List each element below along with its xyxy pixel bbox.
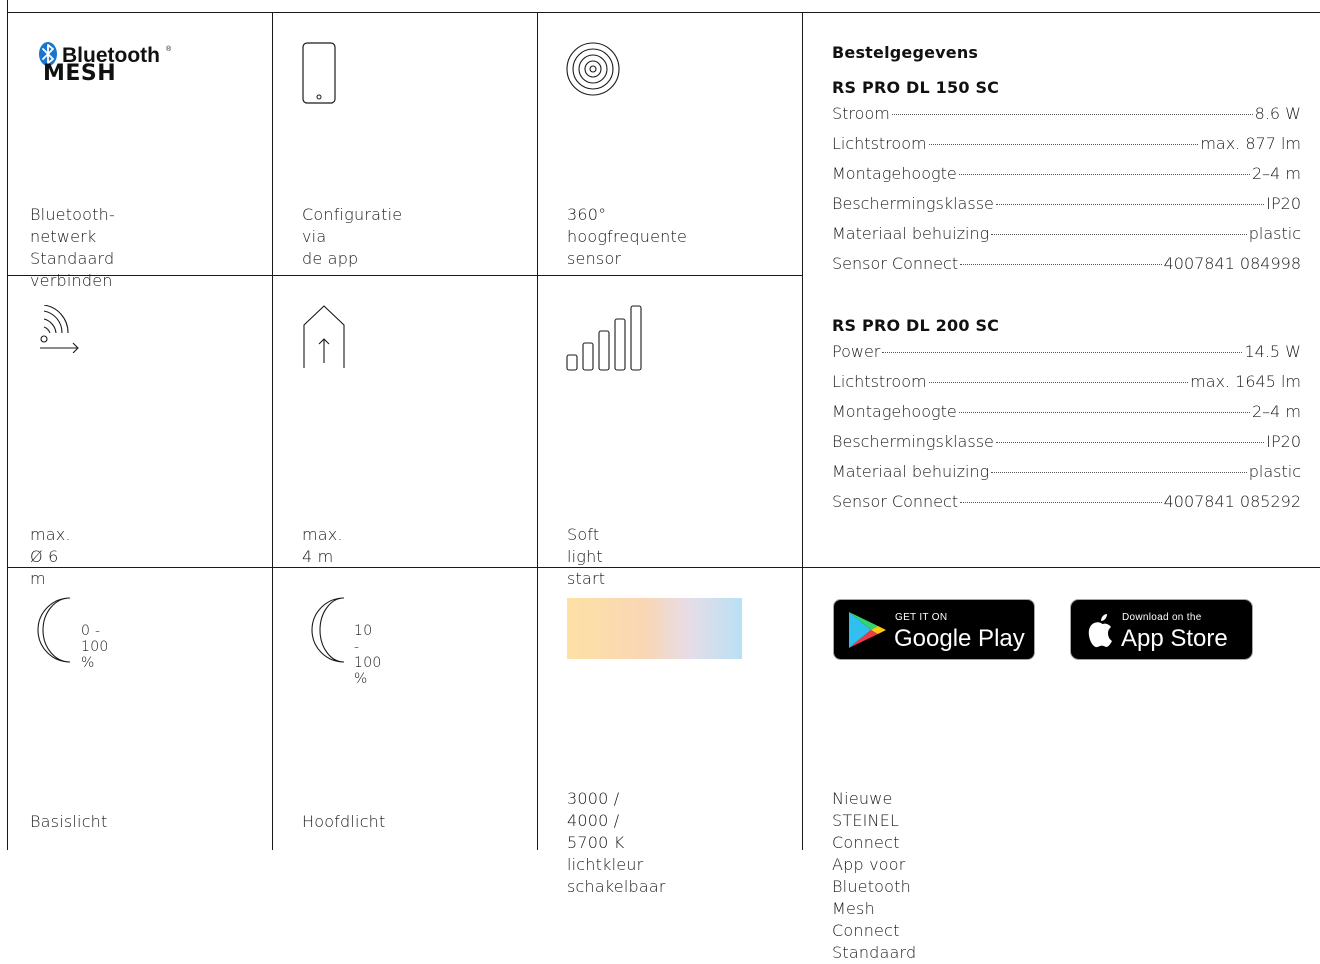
grid-line — [537, 12, 538, 850]
soft-start-caption: Soft light start — [567, 525, 606, 588]
mounting-height-icon — [303, 305, 345, 368]
dot-leader — [882, 352, 1243, 353]
spec-label: Lichtstroom — [832, 134, 927, 153]
grid-line — [802, 12, 803, 850]
spec-row: Power 14.5 W — [832, 342, 1301, 368]
spec-row: Beschermingsklasse IP20 — [832, 194, 1301, 220]
spec-value: 4007841 085292 — [1163, 492, 1301, 511]
spec-row: Lichtstroom max. 877 lm — [832, 134, 1301, 160]
main-light-range: 10 - 100 % — [354, 623, 382, 687]
hf-sensor-icon — [566, 42, 620, 96]
moon-icon — [37, 597, 71, 663]
spec-value: plastic — [1248, 224, 1301, 243]
spec-label: Montagehoogte — [832, 164, 957, 183]
color-temperature-gradient — [567, 598, 742, 659]
spec-label: Materiaal behuizing — [832, 224, 990, 243]
dot-leader — [958, 412, 1250, 413]
spec-label: Materiaal behuizing — [832, 462, 990, 481]
dot-leader — [995, 442, 1265, 443]
mesh-wordmark: MESH — [43, 61, 117, 86]
bluetooth-caption: Bluetooth-netwerk Standaard verbinden — [30, 205, 115, 290]
spec-value: max. 1645 lm — [1190, 372, 1301, 391]
spec-label: Beschermingsklasse — [832, 194, 994, 213]
grid-line — [7, 0, 8, 850]
grid-line — [7, 12, 1320, 13]
spec-value: 8.6 W — [1254, 104, 1301, 123]
dot-leader — [995, 204, 1265, 205]
soft-start-bars-icon — [566, 305, 642, 371]
product-spec-sheet: Bluetooth ® MESH Bluetooth-netwerk Stand… — [0, 0, 1320, 962]
dot-leader — [928, 382, 1189, 383]
dot-leader — [991, 472, 1247, 473]
dot-leader — [928, 144, 1199, 145]
detection-range-icon — [40, 305, 79, 353]
spec-row: Stroom 8.6 W — [832, 104, 1301, 130]
app-config-caption: Configuratie via de app — [302, 205, 403, 268]
registered-mark: ® — [166, 45, 172, 53]
height-caption: max. 4 m — [302, 525, 343, 566]
spec-row: Materiaal behuizing plastic — [832, 462, 1301, 488]
google-play-small-text: GET IT ON — [895, 612, 947, 623]
spec-label: Montagehoogte — [832, 402, 957, 421]
spec-row: Sensor Connect 4007841 085292 — [832, 492, 1301, 518]
spec-row: Sensor Connect 4007841 084998 — [832, 254, 1301, 280]
grid-line — [272, 12, 273, 850]
spec-value: 14.5 W — [1244, 342, 1301, 361]
spec-value: 2–4 m — [1251, 402, 1301, 421]
spec-row: Montagehoogte 2–4 m — [832, 164, 1301, 190]
app-store-big-text: App Store — [1121, 625, 1228, 652]
grid-line — [7, 275, 803, 276]
spec-value: IP20 — [1266, 432, 1301, 451]
spec-label: Sensor Connect — [832, 254, 959, 273]
sensor-caption: 360° hoogfrequente sensor — [567, 205, 688, 268]
spec-label: Sensor Connect — [832, 492, 959, 511]
smartphone-icon — [302, 42, 336, 104]
spec-label: Power — [832, 342, 881, 361]
spec-label: Beschermingsklasse — [832, 432, 994, 451]
app-caption: Nieuwe STEINEL Connect App voor Bluetoot… — [832, 789, 917, 962]
grid-line — [7, 567, 1320, 568]
google-play-badge[interactable]: GET IT ON Google Play — [833, 599, 1035, 660]
dot-leader — [960, 502, 1162, 503]
spec-label: Lichtstroom — [832, 372, 927, 391]
spec-label: Stroom — [832, 104, 890, 123]
spec-value: max. 877 lm — [1200, 134, 1301, 153]
color-temp-caption: 3000 / 4000 / 5700 K lichtkleur schakelb… — [567, 789, 666, 896]
spec-row: Lichtstroom max. 1645 lm — [832, 372, 1301, 398]
app-store-badge[interactable]: Download on the App Store — [1070, 599, 1253, 660]
product-name: RS PRO DL 200 SC — [832, 316, 1000, 335]
spec-value: 4007841 084998 — [1163, 254, 1301, 273]
base-light-caption: Basislicht — [30, 812, 108, 831]
product-name: RS PRO DL 150 SC — [832, 78, 1000, 97]
spec-row: Materiaal behuizing plastic — [832, 224, 1301, 250]
spec-row: Beschermingsklasse IP20 — [832, 432, 1301, 458]
spec-row: Montagehoogte 2–4 m — [832, 402, 1301, 428]
base-light-range: 0 - 100 % — [81, 623, 109, 671]
main-light-caption: Hoofdlicht — [302, 812, 386, 831]
dot-leader — [891, 114, 1253, 115]
spec-value: 2–4 m — [1251, 164, 1301, 183]
google-play-big-text: Google Play — [894, 625, 1025, 652]
spec-value: plastic — [1248, 462, 1301, 481]
dot-leader — [960, 264, 1162, 265]
range-caption: max. Ø 6 m — [30, 525, 71, 588]
dot-leader — [991, 234, 1247, 235]
spec-value: IP20 — [1266, 194, 1301, 213]
moon-icon — [311, 597, 345, 663]
app-store-small-text: Download on the — [1122, 612, 1202, 623]
order-title: Bestelgegevens — [832, 43, 979, 62]
dot-leader — [958, 174, 1250, 175]
